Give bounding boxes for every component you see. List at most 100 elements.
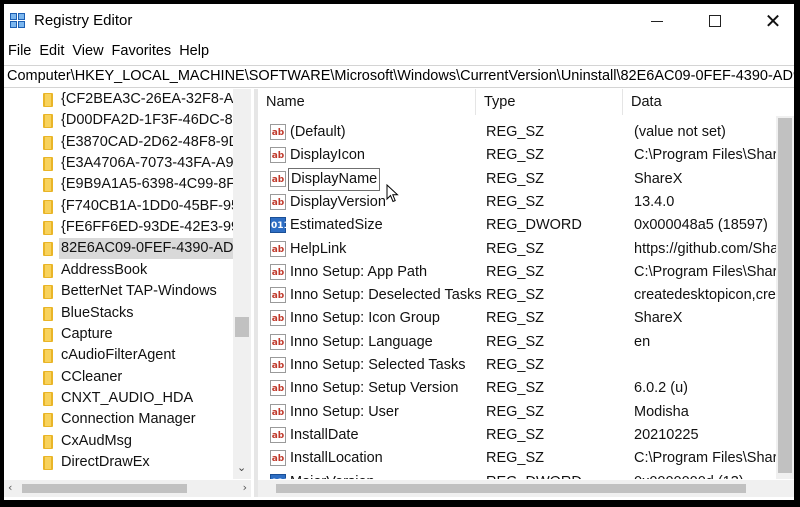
menu-edit[interactable]: Edit xyxy=(35,40,68,62)
maximize-button[interactable] xyxy=(686,4,744,38)
value-type: REG_SZ xyxy=(486,170,545,187)
tree-item[interactable]: AddressBook xyxy=(4,260,232,281)
string-value-icon: ab xyxy=(270,287,286,304)
folder-icon xyxy=(43,413,53,428)
registry-editor-app-icon xyxy=(10,13,27,30)
tree-item[interactable]: {F740CB1A-1DD0-45BF-95 xyxy=(4,196,239,217)
dword-value-icon: 011 xyxy=(270,217,290,234)
tree-item[interactable]: {E3A4706A-7073-43FA-A9 xyxy=(4,153,234,174)
value-row[interactable]: ab Inno Setup: Icon Group REG_SZ ShareX xyxy=(258,307,776,330)
tree-item[interactable]: BetterNet TAP-Windows xyxy=(4,281,232,302)
folder-icon xyxy=(43,285,53,300)
tree-item-label: Capture xyxy=(61,325,113,342)
column-header-type[interactable]: Type xyxy=(476,89,623,115)
value-data: en xyxy=(634,333,651,350)
value-row[interactable]: ab DisplayVersion REG_SZ 13.4.0 xyxy=(258,191,776,214)
tree-item[interactable]: {D00DFA2D-1F3F-46DC-8 xyxy=(4,110,233,131)
value-type: REG_SZ xyxy=(486,310,545,327)
folder-icon xyxy=(43,370,53,385)
values-hscroll-thumb[interactable] xyxy=(276,484,746,493)
column-header-name[interactable]: Name xyxy=(258,89,476,115)
value-name: InstallLocation xyxy=(290,450,383,467)
menu-file[interactable]: File xyxy=(4,40,35,62)
value-type: REG_SZ xyxy=(486,124,545,140)
value-name: InstallDate xyxy=(290,426,359,443)
value-name: Inno Setup: Icon Group xyxy=(290,310,440,327)
value-row[interactable]: ab Inno Setup: Deselected Tasks REG_SZ crea… xyxy=(258,284,776,307)
value-name: Inno Setup: Setup Version xyxy=(290,380,459,397)
value-type: REG_SZ xyxy=(486,403,545,420)
tree-vertical-scrollbar[interactable]: ⌄ xyxy=(233,89,251,479)
tree-item[interactable]: {E9B9A1A5-6398-4C99-8F xyxy=(4,174,235,195)
value-row[interactable]: ab InstallDate REG_SZ 20210225 xyxy=(258,424,776,447)
tree-item-label: 82E6AC09-0FEF-4390-AD9 xyxy=(59,238,244,260)
value-data: 6.0.2 (u) xyxy=(634,380,688,397)
value-name: MajorVersion xyxy=(288,471,377,480)
menu-help[interactable]: Help xyxy=(175,40,213,62)
folder-icon xyxy=(43,306,53,321)
value-data: ShareX xyxy=(634,310,683,327)
value-row[interactable]: ab HelpLink REG_SZ https://github.com/Sha xyxy=(258,238,776,261)
folder-icon xyxy=(43,434,53,449)
value-row[interactable]: ab Inno Setup: Language REG_SZ en xyxy=(258,331,776,354)
tree-item[interactable]: CCleaner xyxy=(4,367,232,388)
tree-item[interactable]: Connection Manager xyxy=(4,409,232,430)
tree-item[interactable]: Capture xyxy=(4,324,232,345)
scroll-right-arrow-icon[interactable]: › xyxy=(243,481,247,494)
close-button[interactable]: ✕ xyxy=(744,4,794,38)
value-row[interactable]: ab Inno Setup: Setup Version REG_SZ 6.0.2 (… xyxy=(258,377,776,400)
value-data: ShareX xyxy=(634,170,683,187)
tree-item[interactable]: cAudioFilterAgent xyxy=(4,345,232,366)
value-type: REG_SZ xyxy=(486,426,545,443)
scroll-left-arrow-icon[interactable]: ‹ xyxy=(8,481,12,494)
folder-icon xyxy=(43,135,53,150)
value-row[interactable]: ab Inno Setup: Selected Tasks REG_SZ xyxy=(258,354,776,377)
tree-item[interactable]: CxAudMsg xyxy=(4,431,232,452)
value-data: 0x0000000d (13) xyxy=(634,471,776,480)
string-value-icon: ab xyxy=(270,380,286,397)
tree-scroll-thumb[interactable] xyxy=(235,317,249,337)
value-type: REG_SZ xyxy=(486,287,545,304)
mouse-cursor-icon xyxy=(386,184,399,203)
value-row[interactable]: ab (Default) REG_SZ (value not set) xyxy=(258,121,776,144)
value-row[interactable]: ab Inno Setup: App Path REG_SZ C:\Program F… xyxy=(258,261,776,284)
tree-item[interactable]: DirectDrawEx xyxy=(4,452,232,473)
values-vertical-scrollbar[interactable] xyxy=(776,116,794,479)
value-row[interactable]: 011MajorVersion REG_DWORD 0x0000000d (13) xyxy=(258,471,776,480)
tree-item[interactable]: BlueStacks xyxy=(4,303,232,324)
tree-horizontal-scrollbar[interactable]: ‹ › xyxy=(4,480,251,497)
string-value-icon: ab xyxy=(270,357,286,373)
menu-view[interactable]: View xyxy=(68,40,107,62)
value-name: Inno Setup: App Path xyxy=(290,263,428,280)
column-header-data[interactable]: Data xyxy=(623,89,794,115)
value-row[interactable]: 011 EstimatedSize REG_DWORD 0x000048a5 (185… xyxy=(258,214,776,237)
scroll-down-arrow-icon[interactable]: ⌄ xyxy=(237,461,246,474)
value-data: 13.4.0 xyxy=(634,193,675,210)
string-value-icon: ab xyxy=(270,147,286,164)
window-title: Registry Editor xyxy=(34,12,133,29)
values-horizontal-scrollbar[interactable] xyxy=(258,480,794,497)
tree-item[interactable]: {CF2BEA3C-26EA-32F8-AA xyxy=(4,89,243,110)
value-row[interactable]: ab Inno Setup: User REG_SZ Modisha xyxy=(258,401,776,424)
tree-item[interactable]: {E3870CAD-2D62-48F8-9D xyxy=(4,132,239,153)
tree-item[interactable]: {FE6FF6ED-93DE-42E3-99 xyxy=(4,217,239,238)
value-row[interactable]: ab DisplayIcon REG_SZ C:\Program Files\Shar… xyxy=(258,144,776,167)
tree-item-label: CNXT_AUDIO_HDA xyxy=(61,389,194,406)
folder-icon xyxy=(43,114,53,129)
tree-item[interactable]: 82E6AC09-0FEF-4390-AD9 xyxy=(4,238,244,260)
value-row[interactable]: ab DisplayName REG_SZ ShareX xyxy=(258,167,776,191)
value-row[interactable]: ab InstallLocation REG_SZ C:\Program Files\… xyxy=(258,447,776,470)
menu-favorites[interactable]: Favorites xyxy=(108,40,176,62)
minimize-button[interactable] xyxy=(628,4,686,38)
values-scroll-thumb[interactable] xyxy=(778,118,792,473)
tree-hscroll-thumb[interactable] xyxy=(22,484,187,493)
address-bar[interactable]: Computer\HKEY_LOCAL_MACHINE\SOFTWARE\Mic… xyxy=(4,65,794,88)
tree-item-label: CCleaner xyxy=(61,368,123,385)
tree-item[interactable]: CNXT_AUDIO_HDA xyxy=(4,388,232,409)
values-pane[interactable]: Name Type Data ab (Default) REG_SZ (value n… xyxy=(258,89,794,479)
title-bar[interactable]: Registry Editor ✕ xyxy=(4,4,794,38)
key-tree-pane[interactable]: {CF2BEA3C-26EA-32F8-AA {D00DFA2D-1F3F-46D… xyxy=(4,89,254,489)
value-data: createdesktopicon,crea xyxy=(634,287,776,304)
folder-icon xyxy=(43,391,53,406)
string-value-icon: ab xyxy=(270,426,286,443)
